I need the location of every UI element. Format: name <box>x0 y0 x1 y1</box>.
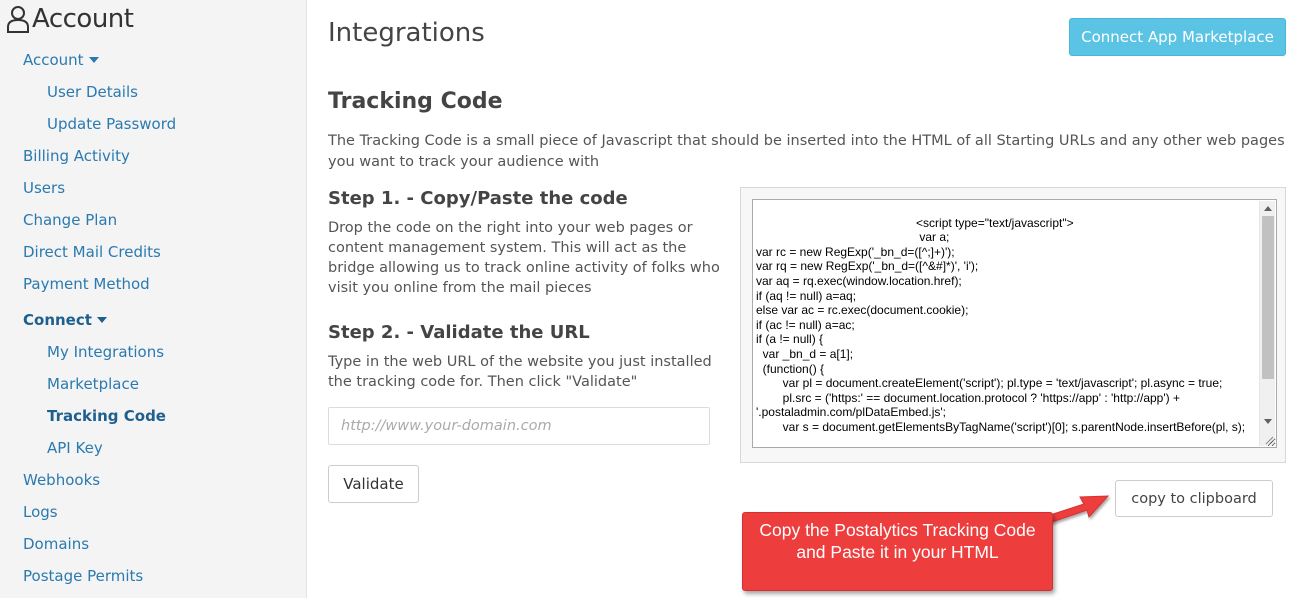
sidebar-item-account[interactable]: Account <box>23 51 99 69</box>
sidebar-item-users[interactable]: Users <box>23 179 65 197</box>
step2-description: Type in the web URL of the website you j… <box>328 354 712 390</box>
page-title: Integrations <box>328 18 485 48</box>
sidebar-item-api-key[interactable]: API Key <box>47 439 103 457</box>
intro-text: The Tracking Code is a small piece of Ja… <box>328 133 1285 170</box>
sidebar-item-label: Direct Mail Credits <box>23 243 161 261</box>
sidebar-item-webhooks[interactable]: Webhooks <box>23 471 100 489</box>
copy-to-clipboard-button[interactable]: copy to clipboard <box>1115 480 1273 517</box>
sidebar-title: Account <box>6 2 134 36</box>
sidebar-item-my-integrations[interactable]: My Integrations <box>47 343 164 361</box>
sidebar-item-label: Postage Permits <box>23 567 144 585</box>
tracking-code-text: <script type="text/javascript"> var a; v… <box>756 215 1246 434</box>
section-title: Tracking Code <box>328 89 503 114</box>
sidebar-item-label: Webhooks <box>23 471 101 489</box>
sidebar-item-billing-activity[interactable]: Billing Activity <box>23 147 130 165</box>
main-content: Integrations Connect App Marketplace Tra… <box>308 0 1306 598</box>
tracking-code-textarea[interactable]: <script type="text/javascript"> var a; v… <box>752 199 1277 448</box>
step2-title: Step 2. - Validate the URL <box>328 322 590 343</box>
callout-box: Copy the Postalytics Tracking Code and P… <box>742 512 1053 591</box>
sidebar-item-tracking-code[interactable]: Tracking Code <box>47 407 166 425</box>
sidebar-item-domains[interactable]: Domains <box>23 535 89 553</box>
sidebar-item-label: Marketplace <box>47 375 139 393</box>
user-icon <box>7 6 29 33</box>
sidebar-item-label: Users <box>23 179 66 197</box>
scroll-down-arrow-icon[interactable] <box>1264 419 1272 424</box>
resize-grip-icon[interactable] <box>1264 435 1274 445</box>
scroll-up-arrow-icon[interactable] <box>1264 206 1272 211</box>
sidebar: Account Account User Details Update Passwo… <box>0 0 307 598</box>
step1-description: Drop the code on the right into your web… <box>328 220 720 296</box>
step1-title: Step 1. - Copy/Paste the code <box>328 188 628 209</box>
sidebar-item-label: Billing Activity <box>23 147 130 165</box>
sidebar-item-label: API Key <box>47 439 103 457</box>
sidebar-item-label: Payment Method <box>23 275 150 293</box>
sidebar-item-label: My Integrations <box>47 343 165 361</box>
scroll-thumb[interactable] <box>1262 216 1274 379</box>
connect-app-marketplace-button[interactable]: Connect App Marketplace <box>1069 18 1286 56</box>
sidebar-item-label: Connect <box>23 311 92 329</box>
caret-down-icon <box>88 56 99 63</box>
sidebar-item-user-details[interactable]: User Details <box>47 83 138 101</box>
sidebar-item-payment-method[interactable]: Payment Method <box>23 275 150 293</box>
callout-text: Copy the Postalytics Tracking Code and P… <box>759 520 1036 562</box>
sidebar-item-connect[interactable]: Connect <box>23 311 107 329</box>
sidebar-item-postage-permits[interactable]: Postage Permits <box>23 567 143 585</box>
sidebar-item-label: Change Plan <box>23 211 118 229</box>
code-scrollbar[interactable] <box>1259 201 1275 446</box>
sidebar-item-marketplace[interactable]: Marketplace <box>47 375 139 393</box>
url-input[interactable] <box>328 407 710 445</box>
sidebar-item-direct-mail-credits[interactable]: Direct Mail Credits <box>23 243 161 261</box>
code-well: <script type="text/javascript"> var a; v… <box>740 187 1286 463</box>
sidebar-item-label: Logs <box>23 503 58 521</box>
sidebar-item-change-plan[interactable]: Change Plan <box>23 211 117 229</box>
sidebar-item-label: Update Password <box>47 115 177 133</box>
sidebar-item-label: Domains <box>23 535 90 553</box>
sidebar-item-logs[interactable]: Logs <box>23 503 58 521</box>
sidebar-item-label: Tracking Code <box>47 407 166 425</box>
sidebar-title-text: Account <box>32 4 134 34</box>
sidebar-item-label: User Details <box>47 83 138 101</box>
sidebar-item-update-password[interactable]: Update Password <box>47 115 176 133</box>
sidebar-item-label: Account <box>23 51 84 69</box>
validate-button[interactable]: Validate <box>328 465 419 503</box>
caret-down-icon <box>96 316 107 323</box>
